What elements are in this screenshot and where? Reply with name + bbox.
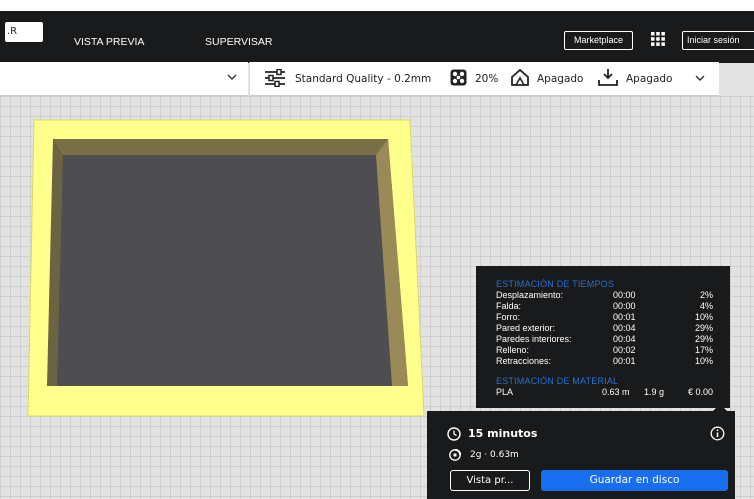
popup-pointer <box>713 404 727 411</box>
adhesion-value: Apagado <box>626 73 673 85</box>
infill-icon <box>450 69 467 86</box>
save-to-disk-button[interactable]: Guardar en disco <box>541 470 728 491</box>
tab-preview[interactable]: VISTA PREVIA <box>74 36 144 48</box>
estimate-row-label: Falda: <box>496 301 522 311</box>
estimate-row-percent: 10% <box>694 356 713 366</box>
estimate-row-time: 00:00 <box>613 290 636 300</box>
estimate-row-percent: 4% <box>699 301 713 311</box>
material-estimate-heading: ESTIMACIÓN DE MATERIAL <box>496 376 619 386</box>
infill-value: 20% <box>475 73 499 85</box>
signin-button[interactable]: Iniciar sesión <box>682 31 754 50</box>
estimate-row-time: 00:01 <box>613 356 636 366</box>
estimate-row-label: Paredes interiores: <box>496 334 572 344</box>
material-length: 0.63 m <box>602 387 630 397</box>
window-top-strip <box>0 0 754 11</box>
spool-icon <box>449 449 461 461</box>
clock-icon <box>447 427 461 441</box>
support-icon <box>511 68 529 86</box>
preview-button[interactable]: Vista pr... <box>450 470 530 491</box>
estimate-row-label: Forro: <box>496 312 521 322</box>
estimate-row-percent: 29% <box>694 334 713 344</box>
material-name: PLA <box>496 387 514 397</box>
time-estimate-heading: ESTIMACIÓN DE TIEMPOS <box>496 279 615 289</box>
estimate-row-label: Relleno: <box>496 345 530 355</box>
estimate-row-time: 00:04 <box>613 334 636 344</box>
estimate-row-time: 00:04 <box>613 323 636 333</box>
material-summary: 2g · 0.63m <box>470 450 519 460</box>
estimate-row-time: 00:01 <box>613 312 636 322</box>
print-estimate-popup: ESTIMACIÓN DE TIEMPOS Desplazamiento: 00… <box>476 266 730 408</box>
estimate-row-percent: 10% <box>694 312 713 322</box>
material-weight: 1.9 g <box>644 387 665 397</box>
apps-grid-icon[interactable] <box>650 31 666 47</box>
estimate-row-label: Desplazamiento: <box>496 290 564 300</box>
material-cost: € 0.00 <box>687 387 713 397</box>
printer-selector[interactable] <box>0 62 248 96</box>
quality-profile-label: Standard Quality - 0.2mm <box>295 73 432 85</box>
estimate-row-time: 00:00 <box>613 301 636 311</box>
estimate-row-percent: 2% <box>699 290 713 300</box>
marketplace-button[interactable]: Marketplace <box>564 31 633 50</box>
sliders-icon <box>265 69 285 87</box>
estimate-row-label: Pared exterior: <box>496 323 556 333</box>
tab-prepare[interactable]: .R <box>5 22 43 42</box>
estimate-row-time: 00:02 <box>613 345 636 355</box>
tab-monitor[interactable]: SUPERVISAR <box>205 36 273 48</box>
estimate-row-percent: 29% <box>694 323 713 333</box>
chevron-down-icon[interactable] <box>226 71 238 83</box>
info-icon[interactable] <box>710 426 725 441</box>
chevron-down-icon[interactable] <box>694 72 706 84</box>
support-value: Apagado <box>537 73 584 85</box>
estimate-row-label: Retracciones: <box>496 356 552 366</box>
estimate-row-percent: 17% <box>694 345 713 355</box>
adhesion-icon <box>598 69 618 86</box>
print-time: 15 minutos <box>468 427 538 440</box>
